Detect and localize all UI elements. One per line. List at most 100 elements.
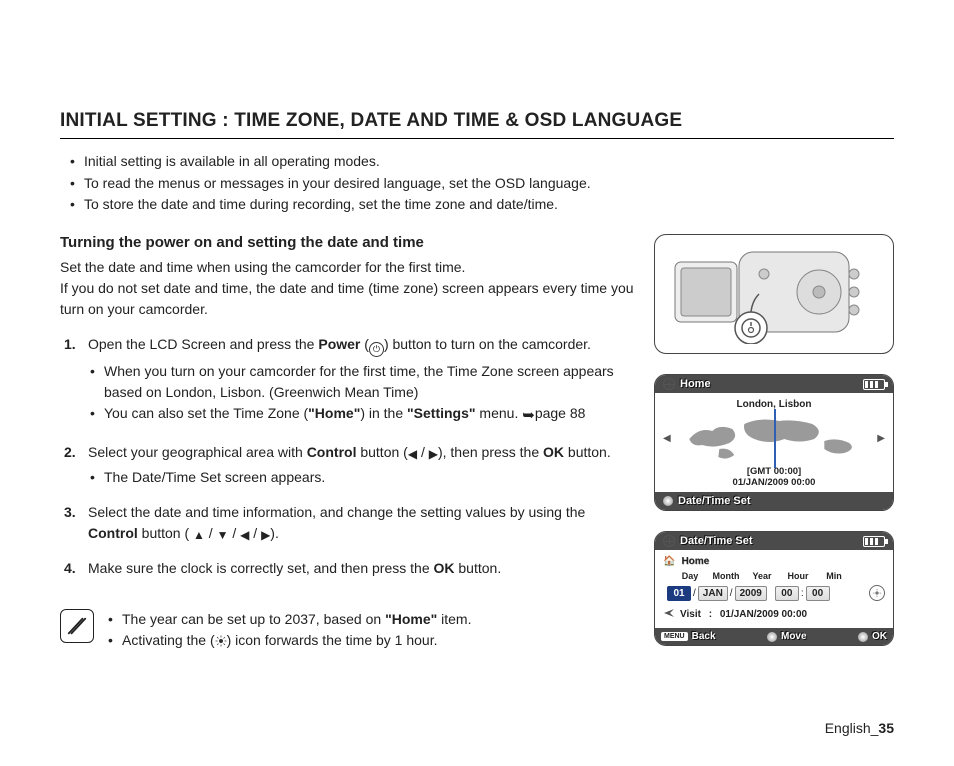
text: /: [417, 444, 429, 460]
text: button (: [356, 444, 407, 460]
page-title: INITIAL SETTING : TIME ZONE, DATE AND TI…: [60, 110, 894, 139]
text: /: [205, 525, 217, 541]
text: The year can be set up to 2037, based on: [122, 611, 385, 627]
text: ).: [270, 525, 279, 541]
sep: /: [693, 588, 696, 599]
visit-value: 01/JAN/2009 00:00: [720, 609, 807, 620]
intro-item: Initial setting is available in all oper…: [60, 151, 894, 173]
move-label: Move: [781, 631, 807, 642]
screen-title: Date/Time Set: [680, 535, 753, 547]
text: Select the date and time information, an…: [88, 504, 585, 520]
val-month[interactable]: JAN: [698, 586, 728, 601]
intro-item: To store the date and time during record…: [60, 194, 894, 216]
globe-icon: [663, 535, 675, 547]
text: button (: [138, 525, 193, 541]
left-arrow-icon: ◀: [240, 526, 249, 544]
gmt-label: [GMT 00:00]: [663, 466, 885, 477]
text: Activating the (: [122, 632, 215, 648]
footer-lang: English: [825, 720, 871, 736]
globe-icon: [663, 378, 675, 390]
right-arrow-icon: ▶: [429, 445, 438, 463]
right-arrow-icon: ▶: [261, 526, 270, 544]
hdr-year: Year: [747, 571, 777, 581]
val-hour[interactable]: 00: [775, 586, 799, 601]
screen-title: Home: [680, 378, 711, 390]
text: /: [249, 525, 261, 541]
text: "Home": [308, 405, 360, 421]
hdr-hour: Hour: [783, 571, 813, 581]
hdr-month: Month: [711, 571, 741, 581]
text: Make sure the clock is correctly set, an…: [88, 560, 434, 576]
text: OK: [543, 444, 564, 460]
battery-icon: [863, 536, 885, 547]
text: Set the date and time when using the cam…: [60, 259, 465, 275]
text: "Home": [385, 611, 437, 627]
dst-sun-icon: [215, 632, 227, 648]
menu-chip-icon[interactable]: MENU: [661, 632, 688, 641]
text: (: [360, 336, 369, 352]
footer-page: 35: [878, 720, 894, 736]
power-icon: ⏻: [369, 342, 384, 357]
note-icon: [60, 609, 94, 643]
move-dot-icon: [767, 632, 777, 642]
text: /: [228, 525, 240, 541]
dst-toggle-icon[interactable]: [869, 585, 885, 601]
text: menu.: [476, 405, 523, 421]
intro-list: Initial setting is available in all oper…: [60, 151, 894, 216]
timezone-screen: Home London, Lisbon ◀: [654, 374, 894, 511]
nav-left-icon[interactable]: ◀: [663, 433, 671, 444]
text: Control: [88, 525, 138, 541]
visit-label: Visit: [680, 609, 701, 620]
page-ref-arrow-icon: ➥: [522, 407, 535, 424]
screen-footer-label: Date/Time Set: [678, 495, 751, 507]
up-arrow-icon: ▲: [193, 526, 205, 544]
text: ), then press the: [438, 444, 543, 460]
sub-item: You can also set the Time Zone ("Home") …: [88, 403, 634, 428]
text: OK: [434, 560, 455, 576]
text: If you do not set date and time, the dat…: [60, 280, 634, 317]
left-arrow-icon: ◀: [408, 445, 417, 463]
text: ) button to turn on the camcorder.: [384, 336, 591, 352]
colon: :: [706, 609, 715, 620]
step-4: Make sure the clock is correctly set, an…: [60, 558, 634, 579]
text: button.: [455, 560, 502, 576]
val-min[interactable]: 00: [806, 586, 830, 601]
hdr-day: Day: [675, 571, 705, 581]
step-1: Open the LCD Screen and press the Power …: [60, 334, 634, 428]
page-ref: page 88: [535, 405, 586, 421]
sep: :: [801, 588, 804, 599]
datetime-screen: Date/Time Set 🏠 Home Day Month Year Hour…: [654, 531, 894, 646]
note-item: Activating the ( ) icon forwards the time…: [106, 630, 471, 651]
text: Control: [307, 444, 357, 460]
date-value-row: 01 / JAN / 2009 00 : 00: [667, 585, 885, 601]
down-arrow-icon: ▼: [217, 526, 229, 544]
text: You can also set the Time Zone (: [104, 405, 308, 421]
text: "Settings": [407, 405, 476, 421]
text: Open the LCD Screen and press the: [88, 336, 318, 352]
subheading: Turning the power on and setting the dat…: [60, 234, 634, 251]
sub-item: When you turn on your camcorder for the …: [88, 361, 634, 403]
val-year[interactable]: 2009: [735, 586, 767, 601]
intro-item: To read the menus or messages in your de…: [60, 173, 894, 195]
note-block: The year can be set up to 2037, based on…: [60, 609, 634, 651]
text: ) icon forwards the time by 1 hour.: [227, 632, 438, 648]
paragraph: Set the date and time when using the cam…: [60, 257, 634, 320]
world-map-icon: [677, 409, 872, 468]
sub-item: The Date/Time Set screen appears.: [88, 467, 634, 488]
step-3: Select the date and time information, an…: [60, 502, 634, 544]
nav-right-icon[interactable]: ▶: [877, 433, 885, 444]
meridian-line-icon: [774, 409, 776, 468]
hdr-min: Min: [819, 571, 849, 581]
sep: /: [730, 588, 733, 599]
back-label: Back: [692, 631, 716, 642]
date-header-row: Day Month Year Hour Min: [675, 571, 885, 581]
ok-dot-icon: [663, 496, 673, 506]
val-day[interactable]: 01: [667, 586, 691, 601]
camcorder-illustration: [654, 234, 894, 354]
date-label: 01/JAN/2009 00:00: [663, 477, 885, 488]
text: button.: [564, 444, 611, 460]
page-footer: English_35: [825, 720, 894, 736]
steps-list: Open the LCD Screen and press the Power …: [60, 334, 634, 579]
home-icon: 🏠: [663, 556, 675, 567]
home-label: Home: [681, 556, 709, 567]
